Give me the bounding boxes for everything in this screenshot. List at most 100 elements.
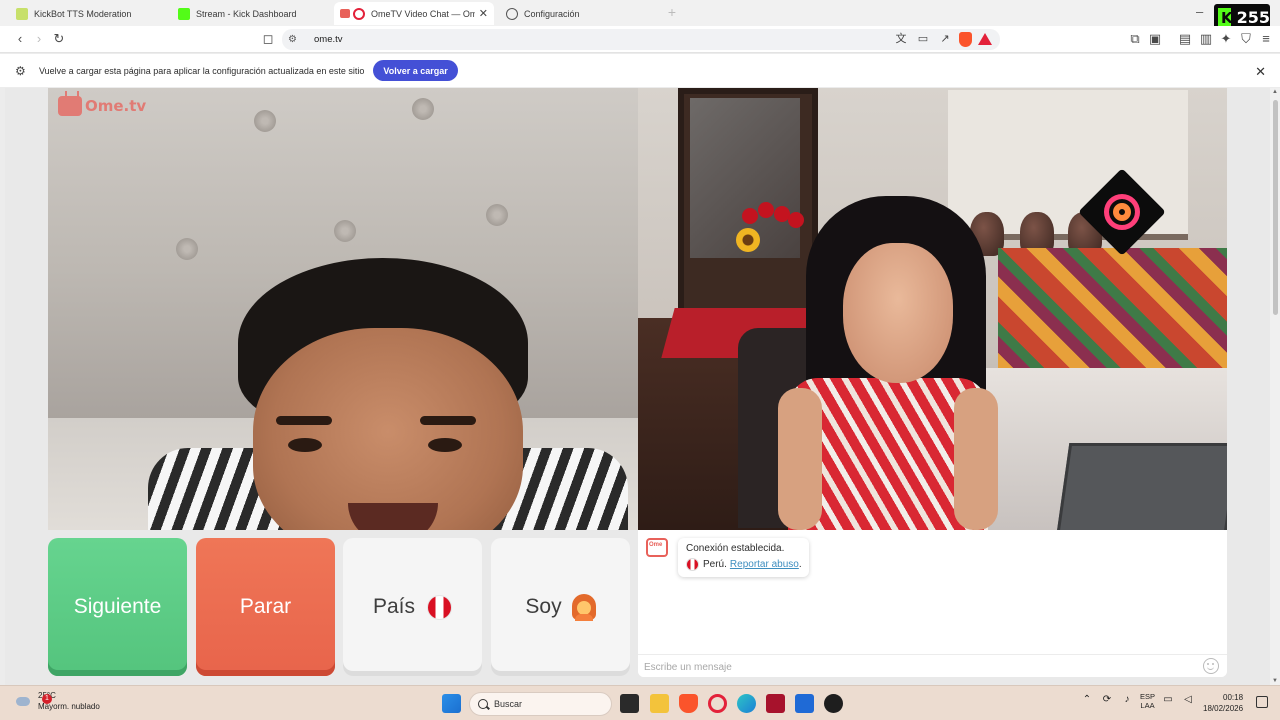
brave-rewards-icon[interactable] xyxy=(978,33,992,45)
minimize-window-icon[interactable]: – xyxy=(1196,4,1210,19)
leo-ai-icon[interactable]: ✦ xyxy=(1218,31,1234,47)
weather-badge: 1 xyxy=(42,694,52,704)
local-video xyxy=(48,88,638,530)
windows-start-icon[interactable] xyxy=(442,694,461,713)
tab-kickbot[interactable]: KickBot TTS Moderation xyxy=(10,2,170,25)
wallet-icon[interactable]: ▣ xyxy=(1147,31,1163,47)
filezilla-icon[interactable] xyxy=(766,694,785,713)
tab-strip: KickBot TTS Moderation Stream - Kick Das… xyxy=(0,0,1280,31)
reload-infobar: ⚙ Vuelve a cargar esta página para aplic… xyxy=(0,54,1280,88)
person-face xyxy=(843,243,953,383)
menu-icon[interactable]: ≡ xyxy=(1258,31,1274,47)
person-arm xyxy=(778,388,822,530)
network-icon[interactable]: ▭ xyxy=(1161,694,1175,708)
close-tab-icon[interactable]: ✕ xyxy=(479,7,488,20)
person-arm xyxy=(954,388,998,530)
peru-flag-icon xyxy=(427,594,453,620)
report-suffix: . xyxy=(798,559,802,570)
forward-button[interactable]: › xyxy=(31,31,47,47)
emoji-picker-icon[interactable] xyxy=(1203,658,1219,674)
remote-video xyxy=(638,88,1227,530)
gender-button[interactable]: Soy xyxy=(491,538,630,676)
rose xyxy=(758,202,774,218)
stop-button[interactable]: Parar xyxy=(196,538,335,676)
chevron-up-icon[interactable]: ⌃ xyxy=(1080,694,1094,708)
next-button[interactable]: Siguiente xyxy=(48,538,187,676)
edge-icon[interactable] xyxy=(737,694,756,713)
headboard-tuft xyxy=(176,238,198,260)
tab-groups-icon[interactable]: ▥ xyxy=(1198,31,1214,47)
back-button[interactable]: ‹ xyxy=(12,31,28,47)
eyebrow xyxy=(276,416,332,425)
clock[interactable]: 00:18 18/02/2026 xyxy=(1203,692,1243,714)
file-explorer-icon[interactable] xyxy=(650,694,669,713)
eyebrow xyxy=(420,416,476,425)
page-scrollbar[interactable]: ▲ ▼ xyxy=(1270,88,1280,685)
obs-icon[interactable] xyxy=(824,694,843,713)
windows-taskbar: 1 25°C Mayorm. nublado Buscar ⌃ ⟳ ♪ ESP … xyxy=(0,685,1280,720)
cloud-icon xyxy=(16,694,32,708)
infobar-message: Vuelve a cargar esta página para aplicar… xyxy=(39,65,365,76)
tab-title: Stream - Kick Dashboard xyxy=(196,8,297,19)
site-info-icon[interactable]: ⚙ xyxy=(288,34,302,45)
cast-icon[interactable]: ▭ xyxy=(915,31,931,47)
vpn-icon[interactable]: ⛉ xyxy=(1238,31,1254,47)
notifications-icon[interactable] xyxy=(1256,696,1268,708)
scroll-up-icon[interactable]: ▲ xyxy=(1272,89,1278,95)
tab-kick-dashboard[interactable]: Stream - Kick Dashboard xyxy=(172,2,332,25)
report-abuse-link[interactable]: Reportar abuso xyxy=(730,559,799,570)
clock-date: 18/02/2026 xyxy=(1203,704,1244,713)
tab-title: OmeTV Video Chat — Omegle alternativ xyxy=(371,8,475,19)
translate-icon[interactable]: 文 xyxy=(893,31,909,47)
sync-icon[interactable]: ⟳ xyxy=(1100,694,1114,708)
eye xyxy=(428,438,462,452)
extensions-icon[interactable]: ⧉ xyxy=(1127,31,1143,47)
tab-settings[interactable]: Configuración xyxy=(500,2,660,25)
close-infobar-icon[interactable]: ✕ xyxy=(1255,64,1266,80)
brave-browser-icon[interactable] xyxy=(679,694,698,713)
connection-status: Conexión establecida. xyxy=(686,543,785,554)
scroll-thumb[interactable] xyxy=(1273,100,1278,315)
gear-icon xyxy=(506,7,518,20)
ometv-tv-icon xyxy=(58,96,82,116)
task-view-icon[interactable] xyxy=(620,694,639,713)
address-bar[interactable]: ⚙ ome.tv 文 ▭ ↗ xyxy=(282,29,1000,50)
reload-page-button[interactable]: Volver a cargar xyxy=(373,60,458,81)
store-icon[interactable] xyxy=(795,694,814,713)
weather-widget[interactable]: 1 25°C Mayorm. nublado xyxy=(16,690,100,712)
mouth xyxy=(348,503,438,530)
peru-flag-icon xyxy=(686,558,699,571)
reload-icon[interactable]: ↻ xyxy=(51,31,67,47)
next-label: Siguiente xyxy=(73,595,162,618)
system-tray: ⌃ ⟳ ♪ ESP LAA ▭ ◁ xyxy=(1080,692,1195,710)
viewer-count: 255 xyxy=(1236,8,1270,27)
share-icon[interactable]: ↗ xyxy=(937,31,953,47)
volume-icon[interactable]: ◁ xyxy=(1181,694,1195,708)
message-input[interactable] xyxy=(644,658,1184,676)
opera-icon[interactable] xyxy=(708,694,727,713)
stop-label: Parar xyxy=(239,595,292,618)
country-label: País xyxy=(372,595,416,618)
microphone-icon[interactable]: ♪ xyxy=(1120,694,1134,708)
scroll-down-icon[interactable]: ▼ xyxy=(1272,678,1278,684)
bookmark-icon[interactable]: ◻ xyxy=(260,31,276,47)
headboard-tuft xyxy=(254,110,276,132)
rose xyxy=(742,208,758,224)
audio-playing-icon xyxy=(340,9,350,18)
laptop xyxy=(1056,443,1227,530)
url-text[interactable]: ome.tv xyxy=(314,34,343,45)
sidebar-icon[interactable]: ▤ xyxy=(1177,31,1193,47)
input-language[interactable]: ESP LAA xyxy=(1140,692,1155,710)
headboard-tuft xyxy=(334,220,356,242)
person-face xyxy=(253,328,523,530)
brave-shield-icon[interactable] xyxy=(959,32,972,47)
gear-icon: ⚙ xyxy=(15,63,26,78)
tab-ometv[interactable]: OmeTV Video Chat — Omegle alternativ ✕ xyxy=(334,2,494,25)
gender-label: Soy xyxy=(525,595,562,618)
search-label: Buscar xyxy=(494,699,523,709)
taskbar-search[interactable]: Buscar xyxy=(469,692,612,716)
country-button[interactable]: País xyxy=(343,538,482,676)
kickbot-favicon-icon xyxy=(16,7,28,20)
new-tab-button[interactable]: + xyxy=(664,4,680,20)
system-message: Conexión establecida. Perú. Reportar abu… xyxy=(678,538,809,577)
